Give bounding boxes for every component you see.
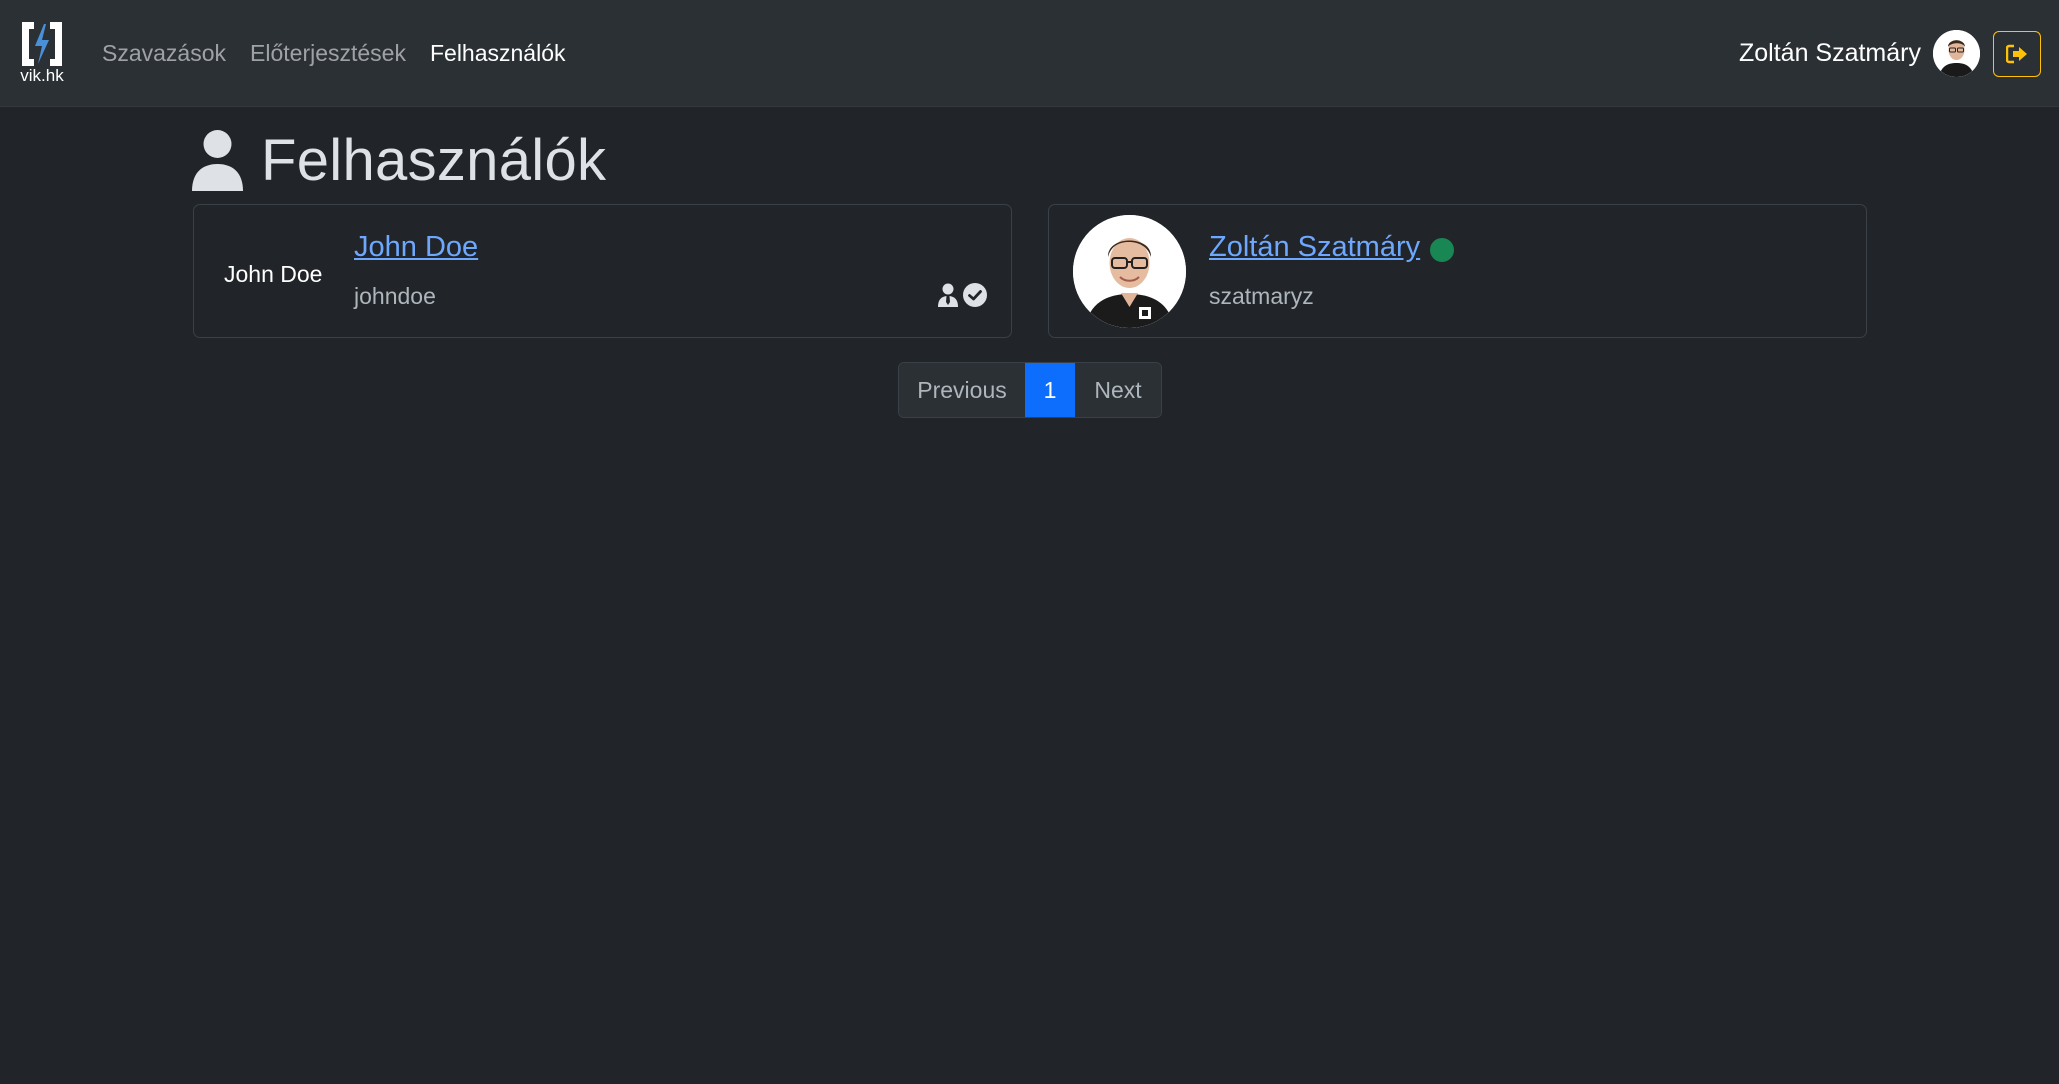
user-name-link[interactable]: Zoltán Szatmáry (1209, 231, 1420, 264)
top-navbar: vik.hk Szavazások Előterjesztések Felhas… (0, 0, 2059, 107)
nav-link-eloterjesztesek[interactable]: Előterjesztések (250, 40, 406, 67)
user-badges (937, 283, 987, 307)
user-username: szatmaryz (1209, 283, 1314, 309)
online-status-indicator (1430, 238, 1454, 262)
user-tie-icon (938, 283, 958, 307)
circle-check-icon (963, 283, 987, 307)
user-card: Zoltán Szatmáry szatmaryz (1048, 204, 1867, 338)
user-username: johndoe (354, 283, 436, 309)
nav-link-szavazasok[interactable]: Szavazások (102, 40, 226, 67)
sign-out-icon (2006, 44, 2027, 63)
user-avatar-photo-icon (1933, 30, 1980, 77)
brand-text: vik.hk (20, 66, 64, 85)
pagination-page-1[interactable]: 1 (1025, 363, 1075, 417)
user-icon (192, 130, 243, 191)
brand-logo[interactable]: vik.hk (17, 20, 67, 86)
avatar-alt-text: John Doe (224, 261, 323, 287)
user-card: John Doe John Doe johndoe (193, 204, 1012, 338)
user-avatar (1073, 215, 1186, 328)
user-menu: Zoltán Szatmáry (1739, 0, 2041, 107)
main-nav: Szavazások Előterjesztések Felhasználók (102, 0, 590, 107)
pagination: Previous 1 Next (898, 362, 1162, 418)
pagination-next[interactable]: Next (1075, 363, 1161, 417)
user-name-link[interactable]: John Doe (354, 231, 478, 264)
user-photo-icon (1073, 215, 1186, 328)
nav-link-felhasznalok[interactable]: Felhasználók (430, 40, 566, 67)
page-title: Felhasználók (261, 127, 607, 193)
current-user-avatar[interactable] (1933, 30, 1980, 77)
vik-hk-logo-icon (22, 22, 62, 66)
page-header: Felhasználók (190, 120, 606, 200)
pagination-previous[interactable]: Previous (899, 363, 1025, 417)
logout-button[interactable] (1993, 30, 2041, 77)
current-user-name[interactable]: Zoltán Szatmáry (1739, 39, 1921, 68)
